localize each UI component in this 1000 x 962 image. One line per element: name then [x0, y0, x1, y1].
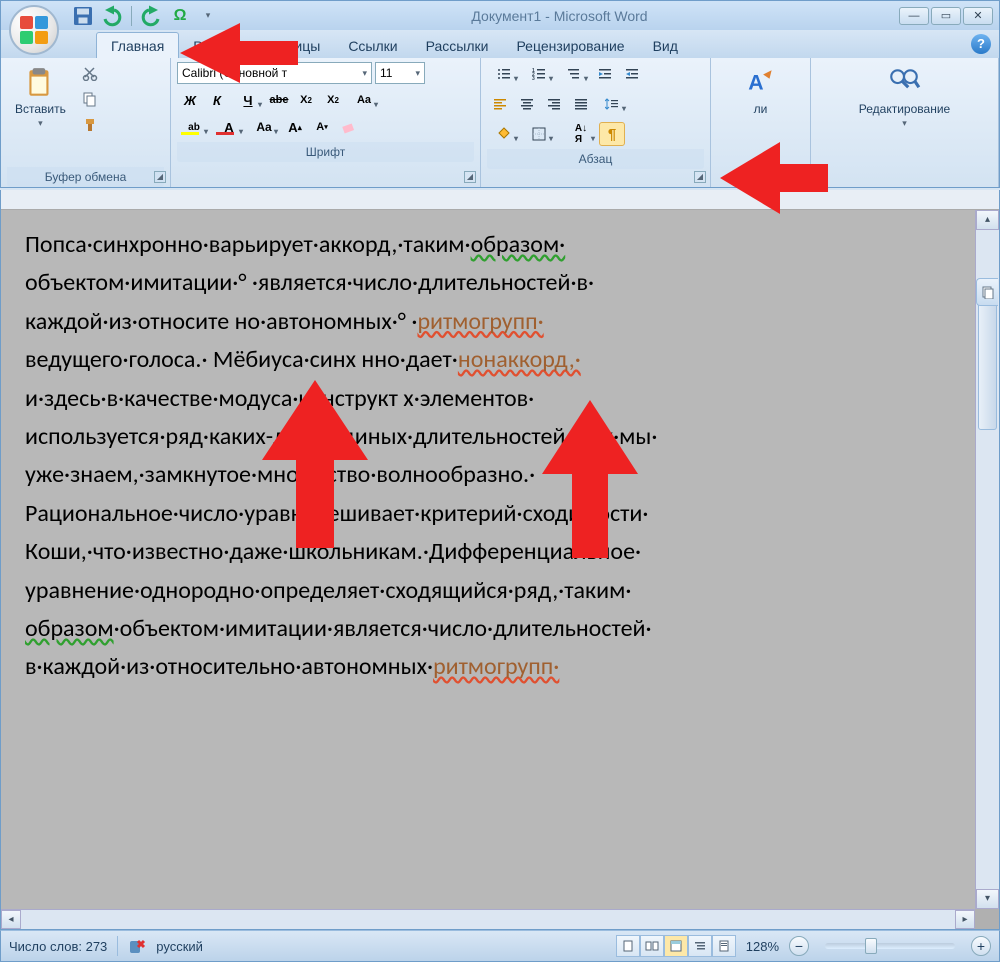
view-print-layout[interactable]: [616, 935, 640, 957]
group-paragraph: 123 А↓Я ¶ Абзац ◢: [481, 58, 711, 187]
bullets-button[interactable]: [487, 62, 521, 86]
styles-label: ли: [754, 102, 768, 116]
shading-button[interactable]: [487, 122, 521, 146]
text-effects-button[interactable]: Aa: [247, 115, 281, 139]
svg-text:3: 3: [532, 76, 535, 81]
editing-button[interactable]: Редактирование ▾: [851, 62, 958, 133]
scroll-right-icon[interactable]: ▸: [955, 910, 975, 929]
zoom-in-button[interactable]: +: [971, 936, 991, 956]
copy-icon[interactable]: [78, 88, 102, 110]
annotation-arrow-1: [180, 5, 300, 100]
tab-review[interactable]: Рецензирование: [502, 33, 638, 58]
font-launcher[interactable]: ◢: [464, 171, 476, 183]
help-button[interactable]: ?: [971, 34, 991, 54]
window-title: Документ1 - Microsoft Word: [220, 8, 899, 24]
tab-view[interactable]: Вид: [639, 33, 692, 58]
annotation-arrow-3: [260, 380, 370, 550]
save-icon[interactable]: [71, 5, 95, 27]
superscript-button[interactable]: X2: [320, 88, 346, 112]
show-marks-button[interactable]: ¶: [599, 122, 625, 146]
undo-icon[interactable]: [99, 5, 123, 27]
zoom-out-button[interactable]: −: [789, 936, 809, 956]
status-bar: Число слов: 273 русский 128% − +: [0, 930, 1000, 962]
vertical-scrollbar[interactable]: ▴ ▾: [975, 210, 999, 909]
borders-button[interactable]: [522, 122, 556, 146]
proofing-icon[interactable]: [128, 937, 146, 955]
group-paragraph-label: Абзац: [579, 152, 613, 166]
annotation-arrow-4: [540, 400, 640, 560]
tab-home[interactable]: Главная: [96, 32, 179, 58]
font-size-combo[interactable]: 11▾: [375, 62, 425, 84]
justify-button[interactable]: [568, 92, 594, 116]
group-clipboard-label: Буфер обмена: [45, 170, 127, 184]
align-left-button[interactable]: [487, 92, 513, 116]
sort-button[interactable]: А↓Я: [564, 122, 598, 146]
svg-text:A: A: [748, 70, 763, 94]
horizontal-scrollbar[interactable]: ◂ ▸: [1, 909, 975, 929]
title-bar: Ω ▾ Документ1 - Microsoft Word — ▭ ✕: [0, 0, 1000, 30]
close-button[interactable]: ✕: [963, 7, 993, 25]
indent-increase-button[interactable]: [619, 62, 645, 86]
group-font-label: Шрифт: [306, 145, 345, 159]
multilevel-button[interactable]: [557, 62, 591, 86]
format-painter-icon[interactable]: [78, 114, 102, 136]
zoom-handle[interactable]: [865, 938, 877, 954]
indent-decrease-button[interactable]: [592, 62, 618, 86]
shrink-font-button[interactable]: A▾: [309, 115, 335, 139]
view-draft[interactable]: [712, 935, 736, 957]
editing-label: Редактирование: [859, 102, 950, 116]
zoom-slider[interactable]: [825, 943, 955, 949]
zoom-level[interactable]: 128%: [746, 939, 779, 954]
view-outline[interactable]: [688, 935, 712, 957]
maximize-button[interactable]: ▭: [931, 7, 961, 25]
side-panel-tab[interactable]: [976, 278, 998, 306]
numbering-button[interactable]: 123: [522, 62, 556, 86]
group-clipboard: Вставить ▾ Буфер обмена ◢: [1, 58, 171, 187]
word-count[interactable]: Число слов: 273: [9, 939, 107, 954]
styles-icon: A: [744, 66, 778, 100]
scroll-left-icon[interactable]: ◂: [1, 910, 21, 929]
office-logo-icon: [20, 16, 48, 44]
document-area: Попса·синхронно·варьирует·аккорд,·таким·…: [0, 190, 1000, 930]
scroll-up-icon[interactable]: ▴: [976, 210, 999, 230]
office-button[interactable]: [9, 5, 59, 55]
scroll-down-icon[interactable]: ▾: [976, 889, 999, 909]
align-center-button[interactable]: [514, 92, 540, 116]
line-spacing-button[interactable]: [595, 92, 629, 116]
scroll-thumb[interactable]: [978, 290, 997, 430]
minimize-button[interactable]: —: [899, 7, 929, 25]
change-case-button[interactable]: Aa: [347, 88, 381, 112]
font-color-button[interactable]: A: [212, 115, 246, 139]
paste-label: Вставить: [15, 102, 66, 116]
redo-icon[interactable]: [140, 5, 164, 27]
tab-mailings[interactable]: Рассылки: [412, 33, 503, 58]
paste-button[interactable]: Вставить ▾: [7, 62, 74, 133]
find-icon: [887, 66, 921, 100]
tab-references[interactable]: Ссылки: [334, 33, 411, 58]
view-web-layout[interactable]: [664, 935, 688, 957]
clipboard-launcher[interactable]: ◢: [154, 171, 166, 183]
cut-icon[interactable]: [78, 62, 102, 84]
ribbon: Вставить ▾ Буфер обмена ◢ Calibri (Основ…: [0, 58, 1000, 188]
clear-format-button[interactable]: [336, 115, 362, 139]
align-right-button[interactable]: [541, 92, 567, 116]
language[interactable]: русский: [156, 939, 203, 954]
group-editing: Редактирование ▾ .: [811, 58, 999, 187]
ribbon-tabs: Главная Разметка страницы Ссылки Рассылк…: [0, 30, 1000, 58]
document-body[interactable]: Попса·синхронно·варьирует·аккорд,·таким·…: [1, 210, 975, 909]
paragraph-launcher[interactable]: ◢: [694, 171, 706, 183]
ruler[interactable]: [1, 190, 999, 210]
view-buttons: [616, 935, 736, 957]
grow-font-button[interactable]: A▴: [282, 115, 308, 139]
highlight-button[interactable]: ab: [177, 115, 211, 139]
view-full-read[interactable]: [640, 935, 664, 957]
styles-button[interactable]: A ли: [736, 62, 786, 120]
paste-icon: [23, 66, 57, 100]
annotation-arrow-2: [720, 130, 830, 250]
